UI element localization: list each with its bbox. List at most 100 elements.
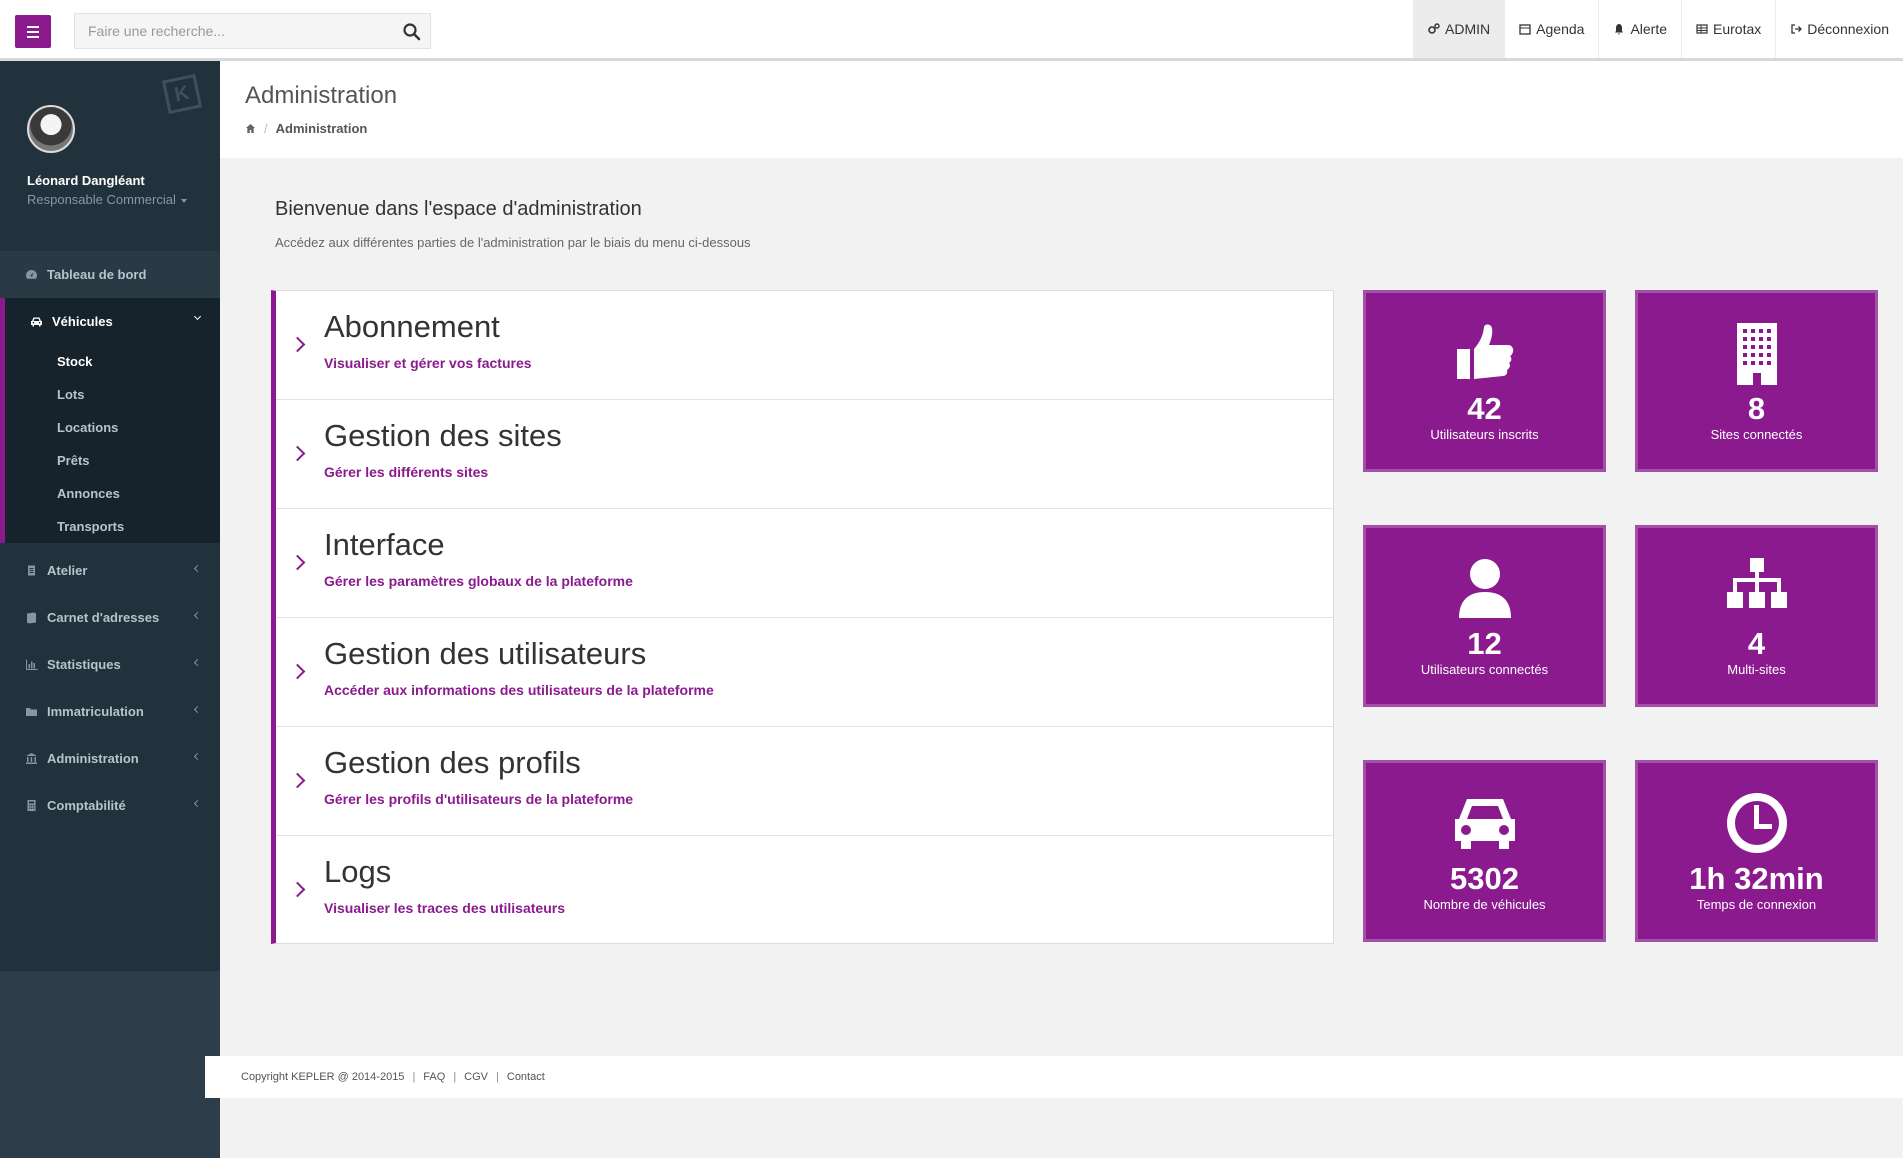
sidebar-subitem-prets[interactable]: Prêts	[5, 444, 220, 477]
stat-label: Utilisateurs connectés	[1420, 662, 1549, 677]
copyright-text: Copyright KEPLER @ 2014-2015	[241, 1071, 405, 1083]
caret-down-icon	[180, 198, 187, 203]
thumbs-up-icon	[1456, 324, 1513, 379]
sidebar-subitem-locations[interactable]: Locations	[5, 411, 220, 444]
kepler-logo: K	[161, 73, 203, 115]
avatar[interactable]	[27, 105, 75, 153]
admin-item-subtitle[interactable]: Gérer les paramètres globaux de la plate…	[324, 573, 633, 589]
sidebar-item-label: Comptabilité	[47, 798, 126, 813]
sidebar-nav: Tableau de bord Véhicules Stock Lots Loc…	[0, 251, 220, 829]
sidebar-item-tableau-de-bord[interactable]: Tableau de bord	[0, 251, 220, 298]
stat-label: Multi-sites	[1727, 662, 1786, 677]
chevron-left-icon	[193, 799, 202, 808]
sidebar-item-label: Véhicules	[52, 314, 113, 329]
eurotax-link-label: Eurotax	[1713, 21, 1762, 37]
sidebar-item-administration[interactable]: Administration	[0, 735, 220, 782]
chevron-left-icon	[193, 752, 202, 761]
stat-value: 5302	[1450, 861, 1519, 896]
menu-toggle-button[interactable]	[15, 15, 51, 48]
chevron-left-icon	[193, 705, 202, 714]
admin-link-label: ADMIN	[1445, 21, 1491, 37]
search-icon[interactable]	[402, 22, 422, 42]
search-input[interactable]	[75, 14, 430, 48]
stat-tile-multi-sites: 4 Multi-sites	[1635, 525, 1878, 707]
home-icon[interactable]	[245, 123, 256, 134]
footer-separator: |	[453, 1071, 457, 1083]
calculator-icon	[27, 800, 36, 811]
sidebar-item-label: Carnet d'adresses	[47, 610, 160, 625]
admin-item-gestion-sites[interactable]: Gestion des sites Gérer les différents s…	[276, 400, 1333, 509]
footer-link-faq[interactable]: FAQ	[423, 1071, 445, 1083]
footer-link-contact[interactable]: Contact	[507, 1071, 545, 1083]
admin-item-subtitle[interactable]: Visualiser les traces des utilisateurs	[324, 900, 565, 916]
admin-item-subtitle[interactable]: Accéder aux informations des utilisateur…	[324, 682, 714, 698]
gears-icon	[1428, 23, 1440, 34]
admin-item-subtitle[interactable]: Gérer les différents sites	[324, 464, 488, 480]
sidebar-subitem-stock[interactable]: Stock	[5, 345, 220, 378]
sidebar-subitem-annonces[interactable]: Annonces	[5, 477, 220, 510]
alerte-link-label: Alerte	[1630, 21, 1668, 37]
admin-menu-list: Abonnement Visualiser et gérer vos factu…	[271, 290, 1334, 944]
welcome-subtitle: Accédez aux différentes parties de l'adm…	[275, 235, 751, 250]
admin-item-subtitle[interactable]: Visualiser et gérer vos factures	[324, 355, 532, 371]
sidebar-item-atelier[interactable]: Atelier	[0, 547, 220, 594]
footer-link-cgv[interactable]: CGV	[464, 1071, 488, 1083]
sidebar-item-label: Statistiques	[47, 657, 121, 672]
chevron-right-icon	[289, 336, 306, 353]
sidebar-item-vehicules[interactable]: Véhicules	[5, 298, 220, 345]
chevron-left-icon	[193, 611, 202, 620]
breadcrumb-current: Administration	[275, 121, 368, 136]
chevron-right-icon	[289, 772, 306, 789]
user-role-dropdown[interactable]: Responsable Commercial	[27, 192, 187, 207]
admin-link[interactable]: ADMIN	[1413, 0, 1505, 58]
sidebar-item-carnet-adresses[interactable]: Carnet d'adresses	[0, 594, 220, 641]
stat-value: 4	[1747, 626, 1766, 661]
admin-item-title: Logs	[324, 854, 392, 889]
breadcrumb-separator: /	[264, 121, 268, 136]
stat-tile-utilisateurs-inscrits: 42 Utilisateurs inscrits	[1363, 290, 1606, 472]
dashboard-icon	[26, 270, 37, 279]
admin-item-gestion-profils[interactable]: Gestion des profils Gérer les profils d'…	[276, 727, 1333, 836]
chevron-right-icon	[289, 445, 306, 462]
admin-item-logs[interactable]: Logs Visualiser les traces des utilisate…	[276, 836, 1333, 945]
stat-label: Temps de connexion	[1696, 897, 1817, 912]
welcome-title: Bienvenue dans l'espace d'administration	[275, 198, 642, 220]
admin-item-subtitle[interactable]: Gérer les profils d'utilisateurs de la p…	[324, 791, 633, 807]
stat-label: Utilisateurs inscrits	[1430, 427, 1539, 442]
vehicules-group: Véhicules Stock Lots Locations Prêts Ann…	[0, 298, 220, 543]
bank-icon	[26, 753, 37, 764]
breadcrumb: / Administration	[245, 121, 367, 136]
chevron-left-icon	[193, 564, 202, 573]
stat-label: Nombre de véhicules	[1423, 897, 1546, 912]
page-title: Administration	[245, 82, 398, 109]
stat-tile-nombre-vehicules: 5302 Nombre de véhicules	[1363, 760, 1606, 942]
bar-chart-icon	[26, 659, 38, 670]
admin-item-gestion-utilisateurs[interactable]: Gestion des utilisateurs Accéder aux inf…	[276, 618, 1333, 727]
alerte-link[interactable]: Alerte	[1598, 0, 1681, 58]
car-icon	[1454, 799, 1515, 849]
sidebar-item-comptabilite[interactable]: Comptabilité	[0, 782, 220, 829]
chevron-left-icon	[193, 658, 202, 667]
admin-item-abonnement[interactable]: Abonnement Visualiser et gérer vos factu…	[276, 291, 1333, 400]
sidebar-subitem-transports[interactable]: Transports	[5, 510, 220, 543]
eurotax-link[interactable]: Eurotax	[1681, 0, 1775, 58]
clock-icon	[1726, 793, 1787, 853]
sidebar-item-immatriculation[interactable]: Immatriculation	[0, 688, 220, 735]
agenda-link[interactable]: Agenda	[1504, 0, 1598, 58]
stat-tile-sites-connectes: 8 Sites connectés	[1635, 290, 1878, 472]
stat-value: 1h 32min	[1689, 861, 1824, 896]
logout-link-label: Déconnexion	[1807, 21, 1889, 37]
chevron-right-icon	[289, 663, 306, 680]
sidebar-subitem-lots[interactable]: Lots	[5, 378, 220, 411]
sidebar-panel: K Léonard Dangléant Responsable Commerci…	[0, 61, 220, 971]
sidebar-item-statistiques[interactable]: Statistiques	[0, 641, 220, 688]
calendar-icon	[1519, 24, 1531, 35]
bell-icon	[1615, 24, 1624, 35]
sidebar: K Léonard Dangléant Responsable Commerci…	[0, 61, 220, 1158]
folder-icon	[26, 708, 37, 716]
footer-separator: |	[496, 1071, 499, 1083]
logout-link[interactable]: Déconnexion	[1775, 0, 1903, 58]
admin-item-title: Abonnement	[324, 309, 500, 344]
search-box	[74, 13, 431, 49]
admin-item-interface[interactable]: Interface Gérer les paramètres globaux d…	[276, 509, 1333, 618]
